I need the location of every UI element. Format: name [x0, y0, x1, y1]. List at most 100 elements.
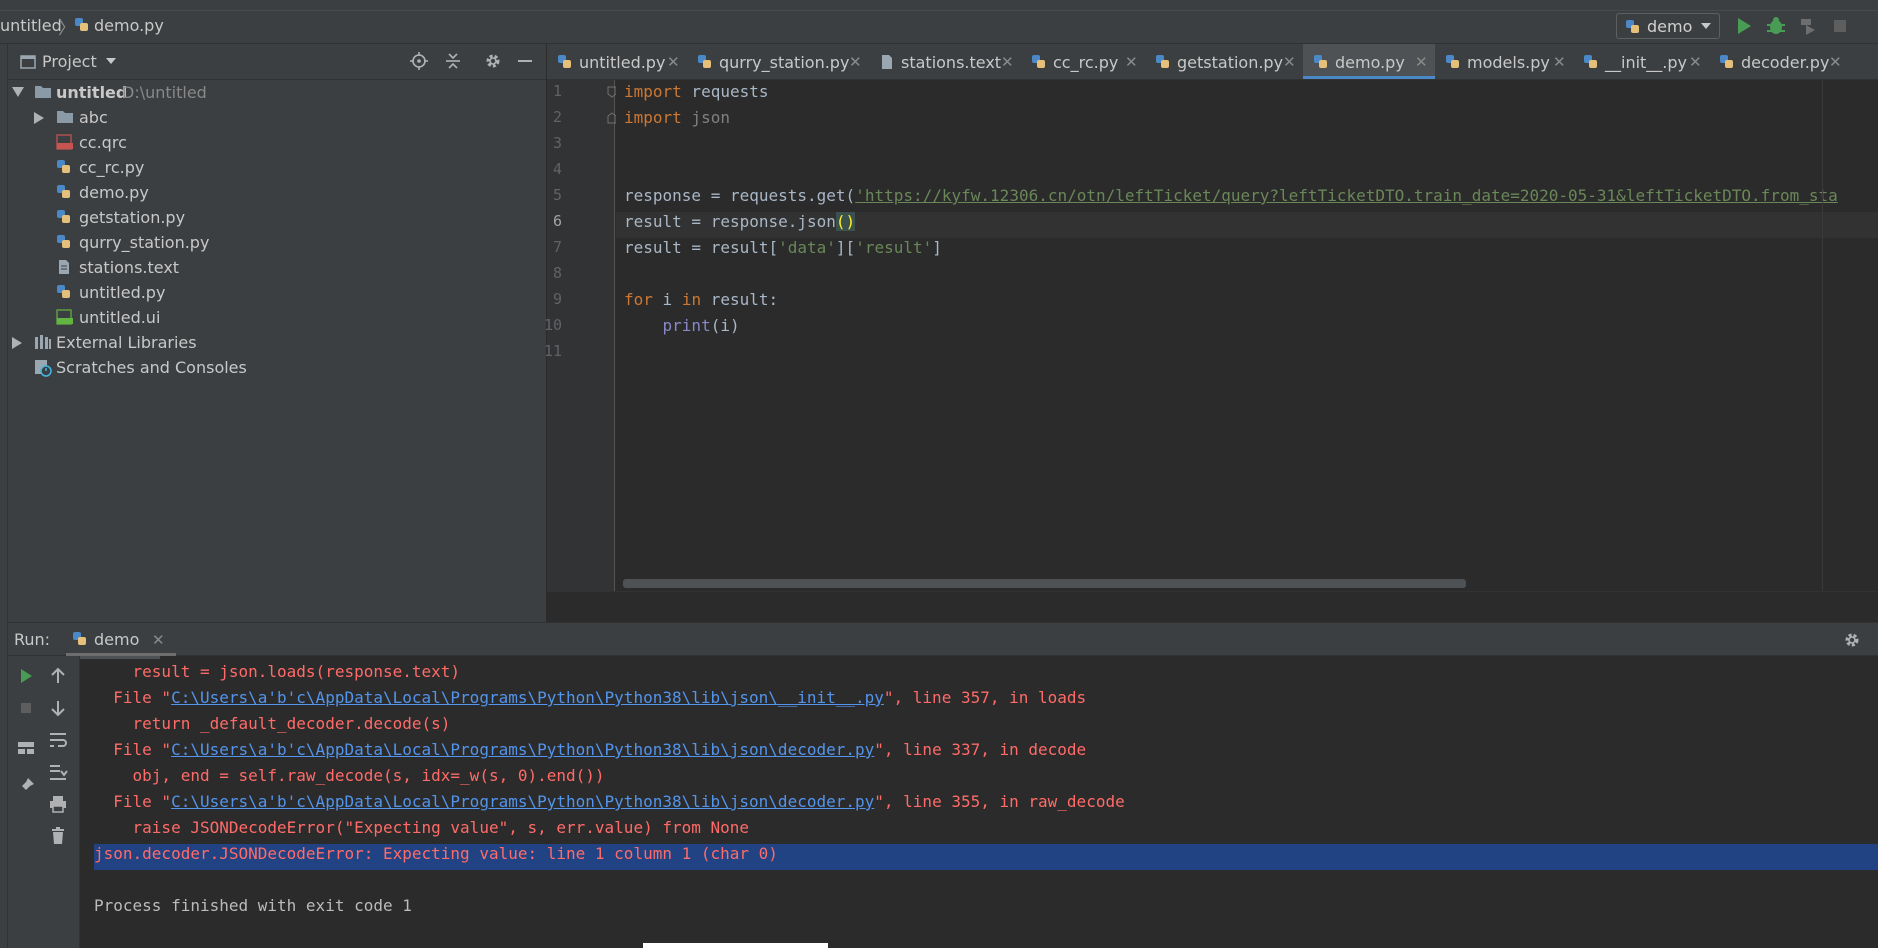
- arrow-up-icon[interactable]: [48, 666, 68, 686]
- tree-item-getstation-py[interactable]: getstation.py: [8, 205, 546, 230]
- stop-icon[interactable]: [1830, 16, 1850, 36]
- python-file-icon: [697, 54, 713, 70]
- run-tab-demo[interactable]: demo ✕: [66, 623, 176, 656]
- tab-init-py[interactable]: __init__.py ✕: [1573, 44, 1709, 79]
- console-exit-message: Process finished with exit code 1: [94, 896, 412, 915]
- close-icon[interactable]: ✕: [1283, 53, 1296, 71]
- debug-icon[interactable]: [1766, 16, 1786, 36]
- tree-item-stations-text[interactable]: stations.text: [8, 255, 546, 280]
- tab-demo-py[interactable]: demo.py ✕: [1303, 44, 1435, 79]
- tree-item-untitled-py[interactable]: untitled.py: [8, 280, 546, 305]
- console-text: ", line 355, in raw_decode: [874, 792, 1125, 811]
- tree-root[interactable]: untitled D:\untitled: [8, 80, 546, 105]
- close-icon[interactable]: ✕: [1829, 53, 1842, 71]
- collapsed-arrow-icon[interactable]: [34, 112, 44, 124]
- line-number: 10: [543, 316, 562, 334]
- line-number: 9: [552, 290, 562, 308]
- scroll-to-end-icon[interactable]: [48, 762, 68, 782]
- project-view-icon: [20, 54, 36, 70]
- close-icon[interactable]: ✕: [849, 53, 862, 71]
- gear-icon[interactable]: [1843, 631, 1861, 649]
- tab-qurry-station-py[interactable]: qurry_station.py ✕: [687, 44, 869, 79]
- project-panel-title[interactable]: Project: [42, 52, 97, 71]
- close-icon[interactable]: ✕: [1415, 53, 1428, 71]
- collapsed-arrow-icon[interactable]: [12, 337, 22, 349]
- tab-label: qurry_station.py: [719, 53, 850, 72]
- tree-item-qurry-station-py[interactable]: qurry_station.py: [8, 230, 546, 255]
- tab-untitled-py[interactable]: untitled.py ✕: [547, 44, 687, 79]
- matched-paren: (): [835, 212, 856, 231]
- code-text: i: [652, 290, 682, 309]
- file-link[interactable]: C:\Users\a'b'c\AppData\Local\Programs\Py…: [171, 688, 884, 707]
- close-icon[interactable]: ✕: [1689, 53, 1702, 71]
- arrow-down-icon[interactable]: [48, 698, 68, 718]
- console-line: return _default_decoder.decode(s): [94, 714, 451, 733]
- tree-item-untitled-ui[interactable]: untitled.ui: [8, 305, 546, 330]
- file-link[interactable]: C:\Users\a'b'c\AppData\Local\Programs\Py…: [171, 740, 874, 759]
- python-file-icon: [1155, 54, 1171, 70]
- rerun-icon[interactable]: [16, 666, 36, 686]
- tab-label: stations.text: [901, 53, 1002, 72]
- expand-arrow-icon[interactable]: [12, 87, 24, 97]
- gear-icon[interactable]: [484, 52, 502, 70]
- tree-item-cc-qrc[interactable]: cc.qrc: [8, 130, 546, 155]
- collapse-all-icon[interactable]: [444, 52, 462, 70]
- close-icon[interactable]: ✕: [152, 631, 165, 649]
- python-file-icon: [1031, 54, 1047, 70]
- locate-file-icon[interactable]: [410, 52, 428, 70]
- code-text: ][: [835, 238, 856, 257]
- layout-icon[interactable]: [16, 738, 36, 758]
- chevron-down-icon[interactable]: [106, 58, 116, 64]
- tab-cc-rc-py[interactable]: cc_rc.py ✕: [1021, 44, 1145, 79]
- run-console[interactable]: result = json.loads(response.text) File …: [80, 656, 1878, 948]
- trash-icon[interactable]: [48, 826, 68, 846]
- hide-panel-icon[interactable]: [518, 60, 532, 62]
- code-line-9: for i in result:: [624, 290, 778, 309]
- code-text: result = result[: [624, 238, 779, 257]
- python-file-icon: [557, 54, 573, 70]
- file-link[interactable]: C:\Users\a'b'c\AppData\Local\Programs\Py…: [171, 792, 874, 811]
- tree-item-label: Scratches and Consoles: [56, 358, 247, 377]
- print-icon[interactable]: [48, 794, 68, 814]
- run-configuration-select[interactable]: demo: [1616, 13, 1720, 39]
- tab-stations-text[interactable]: stations.text ✕: [869, 44, 1021, 79]
- url-string[interactable]: 'https://kyfw.12306.cn/otn/leftTicket/qu…: [855, 186, 1838, 205]
- tab-getstation-py[interactable]: getstation.py ✕: [1145, 44, 1303, 79]
- tree-item-external-libraries[interactable]: External Libraries: [8, 330, 546, 355]
- close-icon[interactable]: ✕: [1001, 53, 1014, 71]
- soft-wrap-icon[interactable]: [48, 730, 68, 750]
- code-line-6: result = response.json(): [624, 212, 856, 231]
- coverage-icon[interactable]: [1798, 16, 1818, 36]
- stop-icon[interactable]: [16, 698, 36, 718]
- close-icon[interactable]: ✕: [1553, 53, 1566, 71]
- tree-item-label: stations.text: [79, 258, 180, 277]
- run-icon[interactable]: [1734, 16, 1754, 36]
- tab-label: cc_rc.py: [1053, 53, 1119, 72]
- tree-item-demo-py[interactable]: demo.py: [8, 180, 546, 205]
- pin-icon[interactable]: [16, 776, 36, 796]
- tree-item-scratches[interactable]: Scratches and Consoles: [8, 355, 546, 380]
- code-line-5: response = requests.get('https://kyfw.12…: [624, 186, 1838, 205]
- console-text: File ": [94, 792, 172, 811]
- tree-item-abc[interactable]: abc: [8, 105, 546, 130]
- horizontal-scrollbar[interactable]: [623, 579, 1466, 588]
- code-editor[interactable]: import requests import json response = r…: [616, 80, 1878, 591]
- breadcrumb-file[interactable]: demo.py: [94, 16, 164, 35]
- python-file-icon: [1719, 54, 1735, 70]
- close-icon[interactable]: ✕: [1125, 53, 1138, 71]
- tab-decoder-py[interactable]: decoder.py ✕: [1709, 44, 1849, 79]
- console-line: raise JSONDecodeError("Expecting value",…: [94, 818, 750, 837]
- tree-item-label: demo.py: [79, 183, 149, 202]
- tree-item-cc-rc-py[interactable]: cc_rc.py: [8, 155, 546, 180]
- breadcrumb-project[interactable]: untitled: [0, 16, 62, 35]
- console-line: obj, end = self.raw_decode(s, idx=_w(s, …: [94, 766, 605, 785]
- code-line-2: import json: [624, 108, 730, 127]
- project-tool-window: Project untitled D:\untitled abc cc.qrc …: [8, 44, 546, 622]
- tab-label: models.py: [1467, 53, 1550, 72]
- tab-label: untitled.py: [579, 53, 666, 72]
- line-number: 3: [552, 134, 562, 152]
- tab-models-py[interactable]: models.py ✕: [1435, 44, 1573, 79]
- close-icon[interactable]: ✕: [667, 53, 680, 71]
- python-file-icon: [56, 284, 72, 300]
- editor-footer: [547, 591, 1878, 622]
